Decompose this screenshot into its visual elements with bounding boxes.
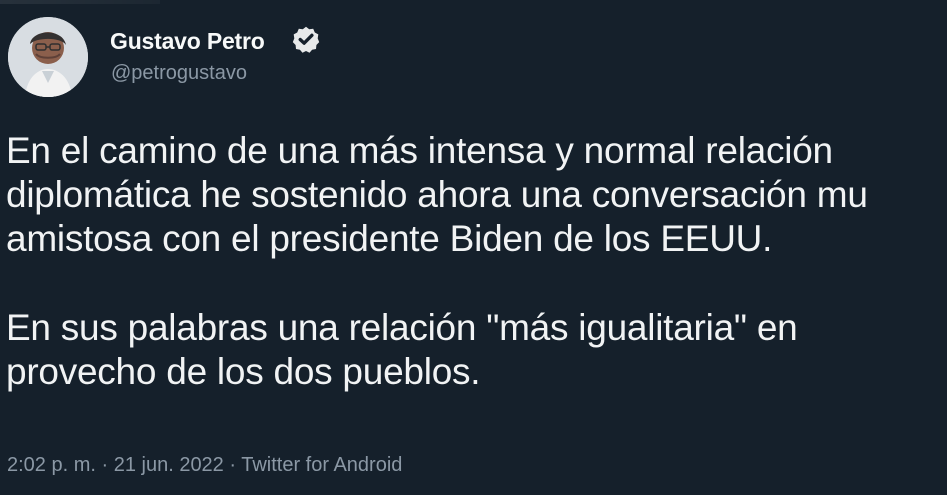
tweet-text-line: amistosa con el presidente Biden de los … <box>6 218 773 259</box>
tweet-card[interactable]: Gustavo Petro @petrogustavo En el camino… <box>0 0 947 495</box>
avatar[interactable] <box>8 17 88 97</box>
tweet-metadata[interactable]: 2:02 p. m. · 21 jun. 2022 · Twitter for … <box>7 451 402 479</box>
verified-badge-icon <box>292 25 320 53</box>
tweet-text-line: provecho de los dos pueblos. <box>6 351 481 392</box>
tweet-text-line: En sus palabras una relación "más iguali… <box>6 307 798 348</box>
profile-photo-icon <box>8 17 88 97</box>
author-handle[interactable]: @petrogustavo <box>111 61 247 85</box>
author-name[interactable]: Gustavo Petro <box>110 27 265 55</box>
tweet-text-line: En el camino de una más intensa y normal… <box>6 130 833 171</box>
tweet-body: En el camino de una más intensa y normal… <box>6 129 947 394</box>
tweet-text-line: diplomática he sostenido ahora una conve… <box>6 174 868 215</box>
